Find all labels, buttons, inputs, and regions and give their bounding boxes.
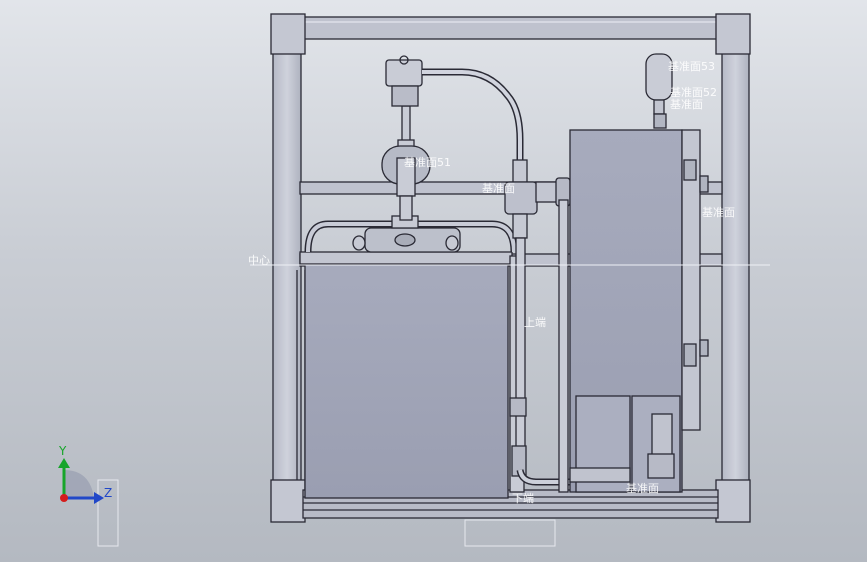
transmitter-assembly[interactable]: [381, 55, 431, 221]
label-plane-ref-3: 基准面51: [404, 156, 451, 169]
cabinet-hinge-top: [683, 159, 697, 181]
label-plane-ref-6: 基准面: [702, 206, 735, 219]
label-floor-ref: 基准面: [626, 482, 659, 495]
frame-right-post: [721, 51, 750, 485]
water-tank[interactable]: [299, 215, 525, 499]
label-plane-ref-1: 基准面53: [668, 60, 715, 73]
frame-corner-tl: [270, 13, 306, 55]
tank-body: [304, 257, 509, 499]
cad-model-viewport[interactable]: 基准面53 基准面52 基准面51 基准面 基准面 基准面 中心 上端 下端 基…: [0, 0, 867, 562]
frame-corner-tr: [715, 13, 751, 55]
frame-corner-br: [715, 479, 751, 523]
triad-y-label: Y: [58, 444, 67, 458]
label-plane-ref-5: 基准面: [482, 182, 515, 195]
sensing-tube: [422, 68, 524, 160]
triad-z-label: Z: [104, 486, 112, 500]
label-pipe-ref-2: 下端: [512, 492, 534, 505]
tank-lid: [299, 251, 513, 265]
cabinet-hinge-bottom: [683, 343, 697, 367]
label-axis-ref: 中心: [248, 254, 270, 267]
frame-top-beam: [302, 16, 719, 40]
triad-origin: [60, 494, 68, 502]
label-plane-ref-4: 基准面: [670, 98, 703, 111]
frame-corner-bl: [270, 479, 306, 523]
view-orientation-triad[interactable]: Y Z: [58, 444, 112, 504]
triad-plane: [64, 470, 94, 498]
label-pipe-ref-1: 上端: [524, 316, 546, 329]
control-cabinet[interactable]: [569, 53, 709, 493]
